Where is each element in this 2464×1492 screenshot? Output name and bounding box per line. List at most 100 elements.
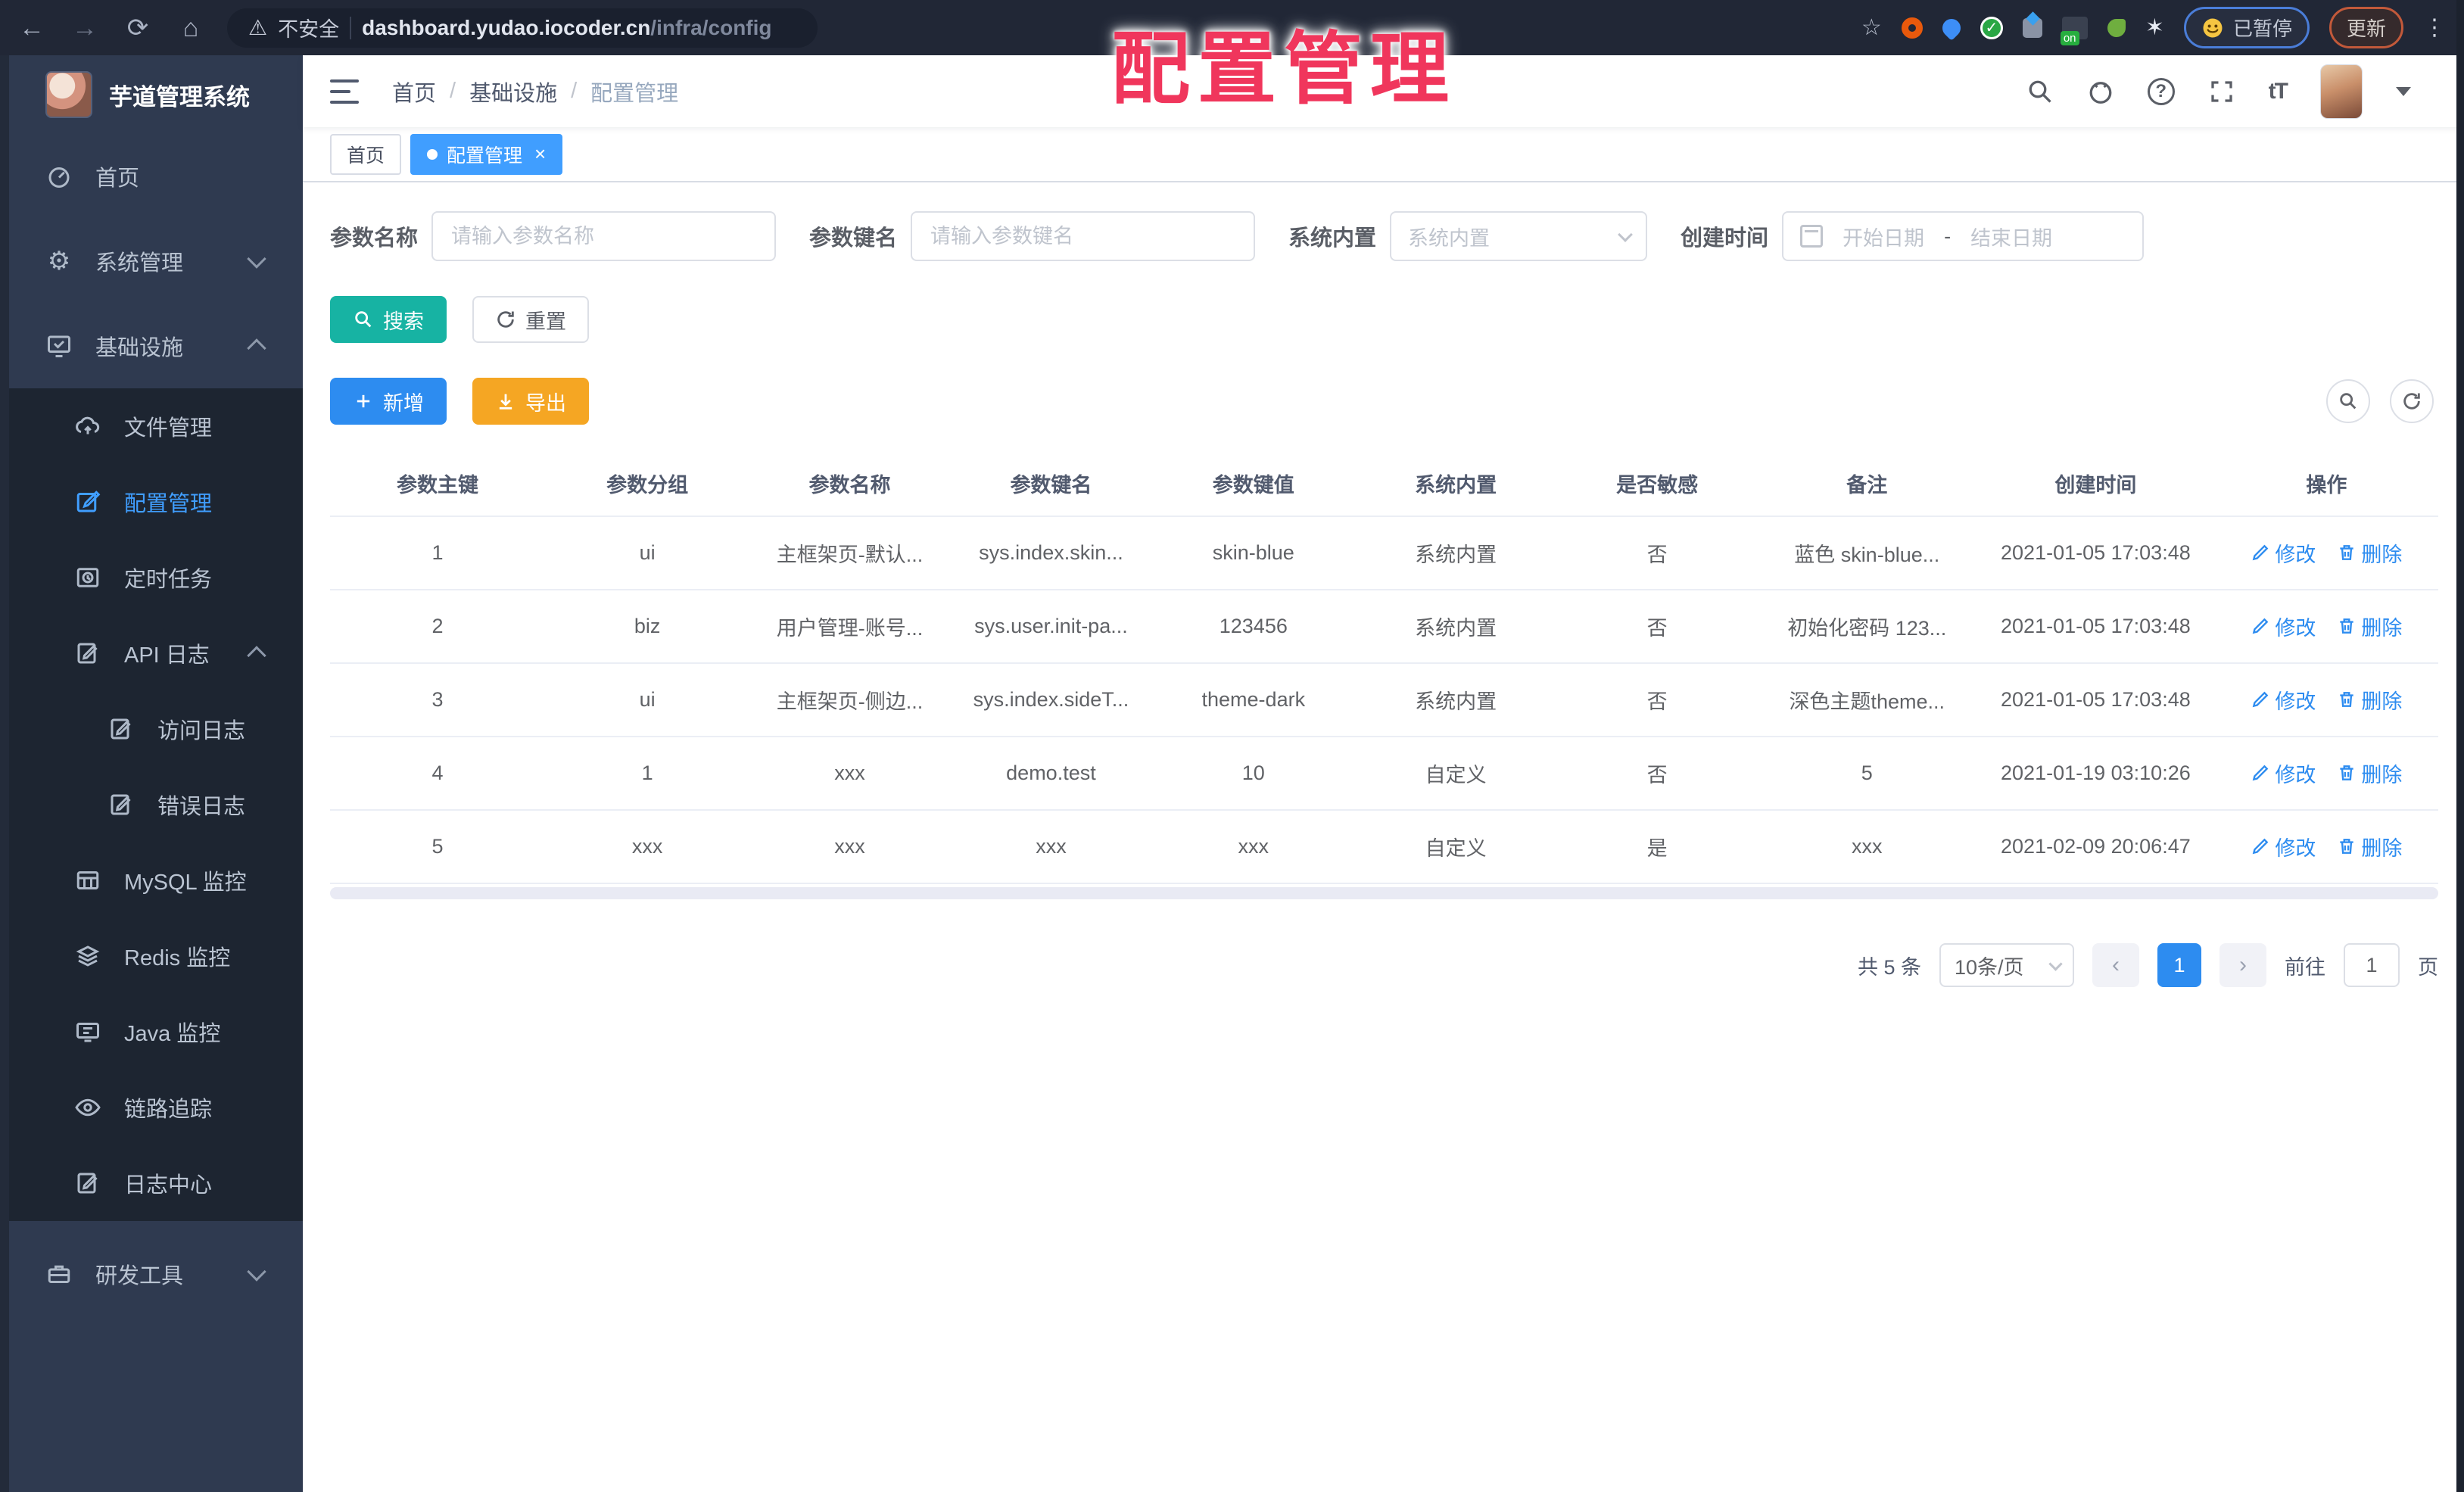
date-range-picker[interactable]: 开始日期 - 结束日期 [1782,211,2145,261]
extension-donut-icon[interactable] [1901,17,1923,39]
font-size-icon[interactable]: tT [2269,79,2288,104]
sidebar-logo-row[interactable]: 芋道管理系统 [0,55,303,134]
table-cell: 1 [431,541,444,564]
sidebar-item-sub-9[interactable]: 链路追踪 [0,1070,303,1145]
sidebar-bottom-menu: 研发工具 [0,1221,303,1492]
github-icon[interactable] [2087,78,2114,105]
tab-config[interactable]: 配置管理 × [410,133,563,175]
table-cell: 2021-01-05 17:03:48 [2001,615,2191,637]
browser-forward-icon[interactable]: → [68,15,101,41]
sidebar-item-label: 链路追踪 [124,1098,213,1122]
edit-link[interactable]: 修改 [2251,538,2316,568]
sidebar-item-sub-1[interactable]: 配置管理 [0,464,303,540]
table-cell: 用户管理-账号... [776,617,924,640]
tab-close-icon[interactable]: × [534,142,546,166]
extension-check-icon[interactable]: ✓ [1980,16,2003,39]
user-menu-caret-icon[interactable] [2396,86,2411,96]
page-number-1[interactable]: 1 [2157,943,2201,987]
param-key-input[interactable] [911,211,1256,261]
sidebar-item-sub-8[interactable]: Java 监控 [0,994,303,1070]
help-icon[interactable]: ? [2147,77,2175,105]
extension-leaf-icon[interactable] [2107,18,2126,37]
table-actions-cell: 修改 删除 [2215,612,2438,642]
delete-link[interactable]: 删除 [2337,832,2402,861]
fullscreen-icon[interactable] [2208,78,2235,105]
table-cell: 5 [431,835,444,858]
sidebar-item-sub-4[interactable]: 访问日志 [0,691,303,767]
system-builtin-select[interactable]: 系统内置 [1390,211,1648,261]
delete-link[interactable]: 删除 [2337,538,2402,568]
breadcrumb-current: 配置管理 [590,81,679,106]
sidebar-item-top-2[interactable]: 基础设施 [0,304,303,388]
param-name-input[interactable] [431,211,777,261]
prev-page-button[interactable]: ‹ [2092,943,2139,987]
sidebar-item-sub-3[interactable]: API 日志 [0,615,303,691]
delete-link[interactable]: 删除 [2337,685,2402,715]
reset-button[interactable]: 重置 [472,296,589,343]
column-header: 参数主键 [397,473,479,497]
extension-on-badge-icon[interactable] [2060,16,2088,45]
search-icon [2340,393,2357,410]
toggle-search-button[interactable] [2326,379,2370,423]
browser-reload-icon[interactable]: ⟳ [121,15,154,41]
table-cell: ui [639,688,656,711]
config-table: 参数主键 参数分组 参数名称 参数键名 参数键值 系统内置 是否敏感 备注 创建时间 操作 1 ui 主… [330,450,2438,884]
sidebar-item-bottom-0[interactable]: 研发工具 [0,1221,303,1327]
page-size-select[interactable]: 10条/页 [1939,943,2074,987]
table-cell: xxx [1851,835,1883,858]
edit-link[interactable]: 修改 [2251,832,2316,861]
bookmark-star-icon[interactable]: ☆ [1861,14,1882,41]
refresh-table-button[interactable] [2390,379,2434,423]
column-header: 备注 [1846,473,1888,497]
delete-link[interactable]: 删除 [2337,612,2402,641]
tab-home[interactable]: 首页 [330,133,402,175]
update-chip[interactable]: 更新 [2328,7,2403,48]
table-actions-cell: 修改 删除 [2215,685,2438,715]
extension-pin-icon[interactable] [1938,14,1964,41]
horizontal-scrollbar[interactable] [330,887,2438,899]
goto-page-input[interactable] [2344,943,2400,987]
sidebar-item-sub-10[interactable]: 日志中心 [0,1145,303,1221]
edit-link[interactable]: 修改 [2251,685,2316,715]
extension-diamond-icon[interactable] [2022,17,2042,38]
sidebar-item-label: Java 监控 [124,1022,221,1046]
table-cell: xxx [1036,835,1067,858]
export-button-label: 导出 [525,391,566,415]
add-button[interactable]: 新增 [330,378,447,425]
page-body: 参数名称 参数键名 系统内置 系统内置 [303,182,2464,987]
sidebar-item-sub-6[interactable]: MySQL 监控 [0,843,303,918]
breadcrumb-infra[interactable]: 基础设施 [469,76,557,107]
sidebar-item-sub-0[interactable]: 文件管理 [0,388,303,464]
browser-home-icon[interactable]: ⌂ [174,15,207,41]
edit-link[interactable]: 修改 [2251,758,2316,788]
sidebar-item-sub-2[interactable]: 定时任务 [0,540,303,615]
cloud-icon [73,413,103,440]
sidebar-item-top-1[interactable]: ⚙ 系统管理 [0,219,303,304]
collapse-sidebar-icon[interactable] [330,79,359,104]
dashboard-icon [44,163,74,190]
sidebar-item-sub-5[interactable]: 错误日志 [0,767,303,843]
doc-edit-icon [106,791,136,818]
edit-link[interactable]: 修改 [2251,612,2316,641]
breadcrumb-home[interactable]: 首页 [392,76,436,107]
sidebar-item-sub-7[interactable]: Redis 监控 [0,918,303,994]
sidebar-item-top-0[interactable]: 首页 [0,134,303,219]
extensions-puzzle-icon[interactable]: ✶ [2145,14,2164,41]
user-avatar[interactable] [2320,64,2363,119]
breadcrumb: 首页 / 基础设施 / 配置管理 [392,76,678,107]
table-cell: 自定义 [1425,764,1487,786]
next-page-button[interactable]: › [2219,943,2266,987]
top-navbar: 首页 / 基础设施 / 配置管理 ? tT [303,55,2464,127]
delete-link[interactable]: 删除 [2337,758,2402,788]
export-button[interactable]: 导出 [472,378,589,425]
url-host: dashboard.yudao.iocoder.cn [362,15,651,39]
browser-address-bar[interactable]: ⚠ 不安全 dashboard.yudao.iocoder.cn/infra/c… [227,8,818,48]
browser-back-icon[interactable]: ← [15,15,48,41]
search-button[interactable]: 搜索 [330,296,447,343]
browser-menu-icon[interactable]: ⋮ [2423,14,2446,41]
table-cell: 否 [1646,617,1668,640]
paused-chip[interactable]: 已暂停 [2183,7,2310,48]
table-cell: ui [639,541,656,564]
table-cell: 2 [431,615,444,637]
search-icon[interactable] [2026,78,2054,105]
